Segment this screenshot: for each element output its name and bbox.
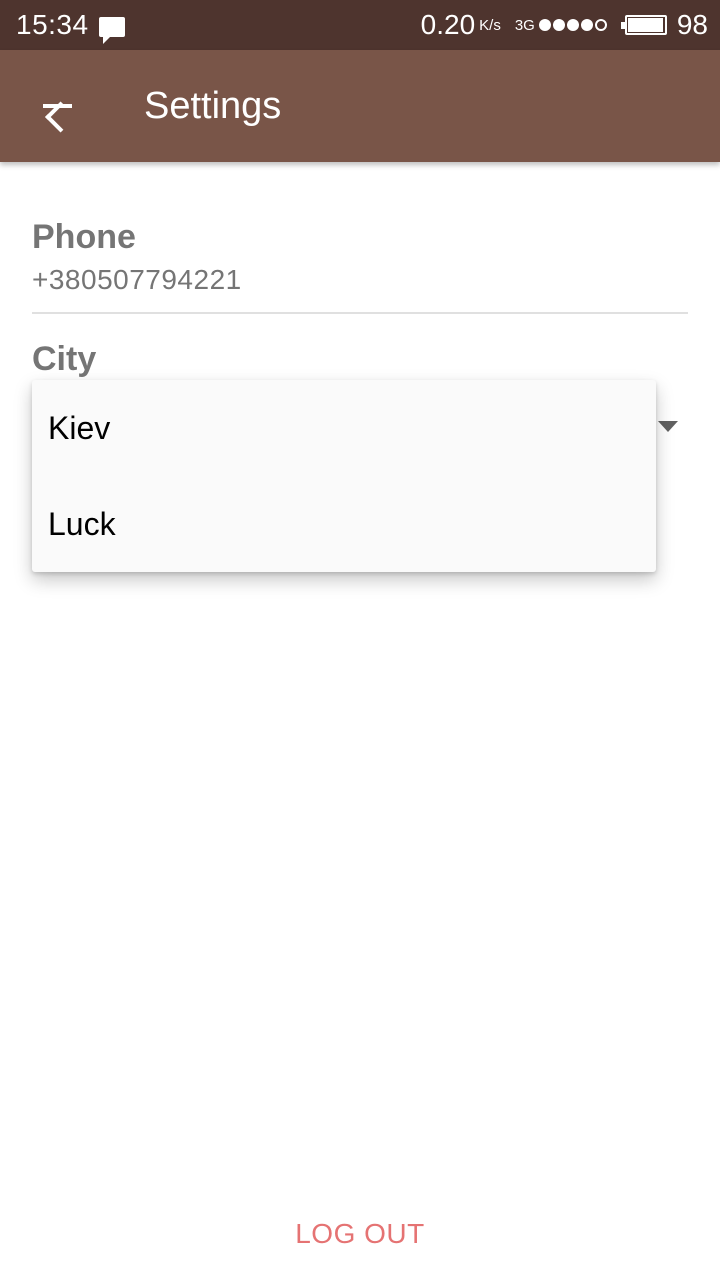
signal-dot-empty — [594, 19, 607, 31]
battery-fill — [627, 18, 664, 32]
page-title: Settings — [144, 84, 282, 127]
battery-percent: 98 — [676, 9, 708, 40]
city-option-kiev[interactable]: Kiev — [32, 380, 656, 476]
back-button[interactable] — [0, 50, 112, 162]
dropdown-arrow-icon[interactable] — [658, 421, 678, 432]
status-time: 15:34 — [16, 9, 89, 40]
signal-dot — [580, 19, 593, 31]
arrow-left-icon — [40, 90, 77, 133]
status-bar-right: 0.20 K/s 3G 98 — [421, 9, 708, 41]
app-bar: Settings — [0, 50, 720, 162]
battery-icon — [620, 15, 667, 35]
signal-icon — [538, 19, 609, 31]
city-dropdown-menu: Kiev Luck — [32, 380, 656, 572]
network-speed: 0.20 — [420, 9, 476, 40]
city-label: City — [32, 340, 97, 378]
logout-button[interactable]: LOG OUT — [0, 1196, 720, 1272]
signal-dot — [538, 19, 551, 31]
network-speed-unit: K/s — [479, 16, 501, 34]
signal-dot — [552, 19, 565, 31]
phone-label: Phone — [32, 218, 136, 256]
status-bar: 15:34 0.20 K/s 3G 98 — [0, 0, 720, 50]
city-option-luck[interactable]: Luck — [32, 476, 656, 572]
settings-screen: 15:34 0.20 K/s 3G 98 Settings Phone +380… — [0, 0, 720, 1280]
phone-value: +380507794221 — [32, 264, 242, 295]
network-type: 3G — [514, 16, 535, 34]
signal-dot — [566, 19, 579, 31]
message-icon — [98, 17, 125, 44]
status-bar-left: 15:34 — [16, 9, 125, 44]
divider — [32, 312, 688, 314]
